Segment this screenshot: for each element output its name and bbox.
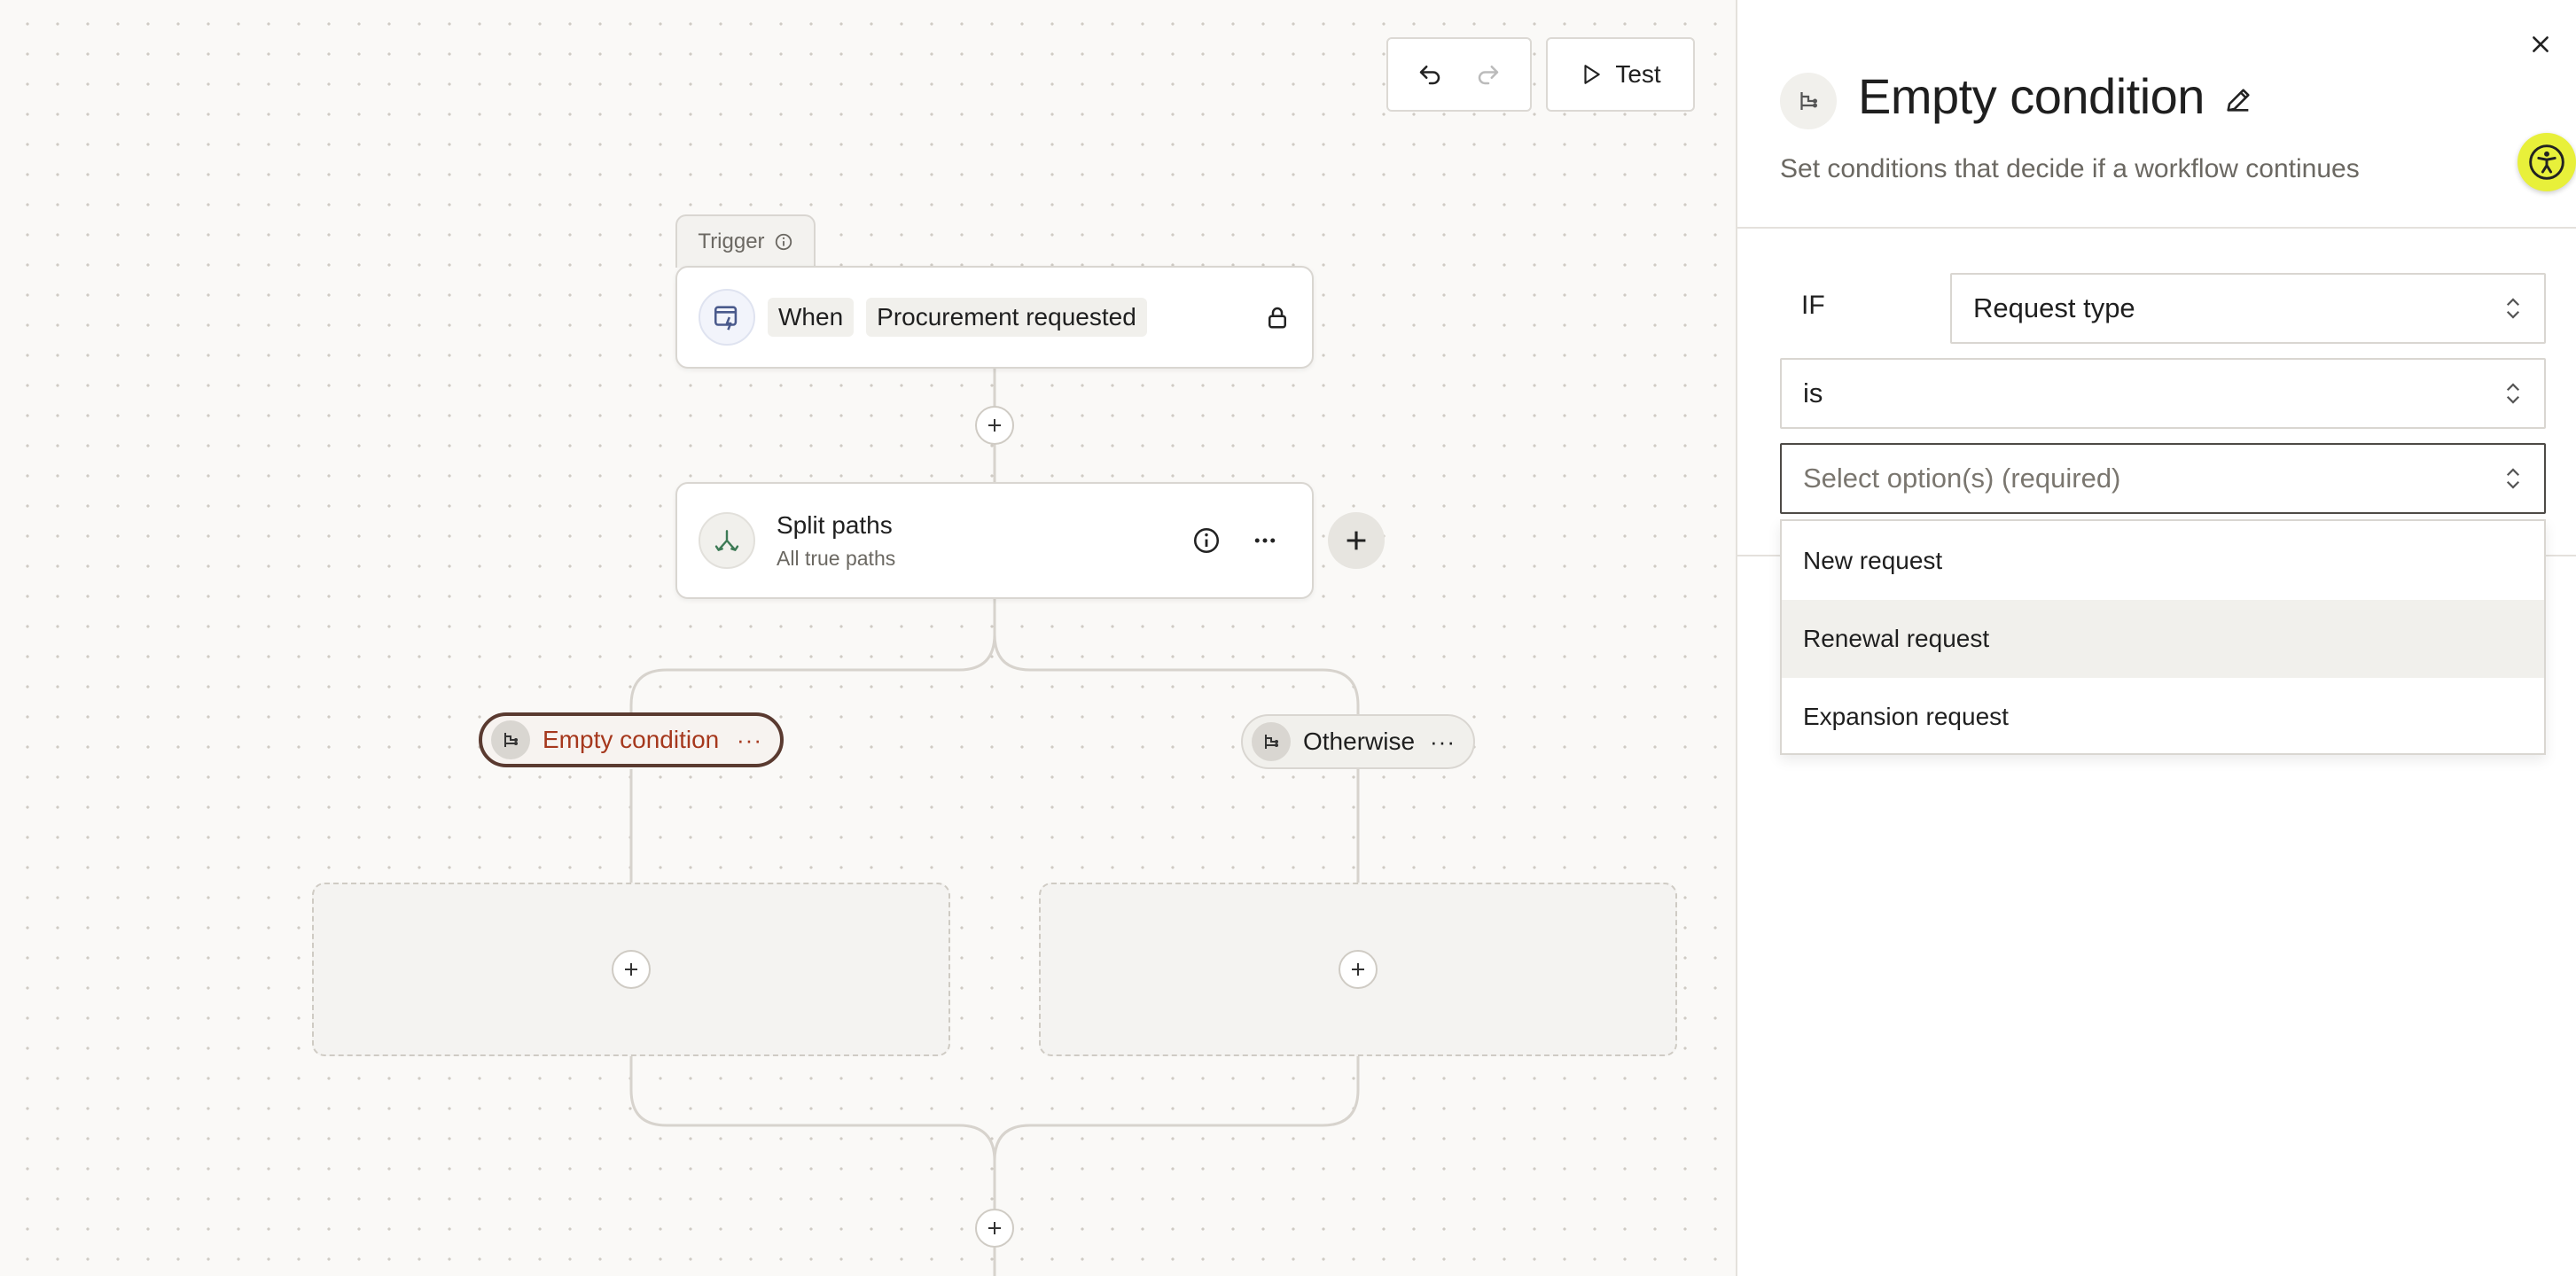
close-icon — [2533, 36, 2549, 52]
plus-icon — [988, 1222, 1001, 1234]
redo-button[interactable] — [1464, 50, 1513, 99]
options-select[interactable]: Select option(s) (required) — [1780, 443, 2546, 514]
play-icon — [1584, 65, 1601, 84]
trigger-node[interactable]: When Procurement requested — [675, 266, 1314, 369]
dropdown-option[interactable]: Renewal request — [1782, 600, 2544, 678]
condition-more-button[interactable]: ··· — [1430, 728, 1456, 756]
accessibility-button[interactable] — [2517, 133, 2576, 191]
condition-more-button[interactable]: ··· — [737, 727, 762, 754]
trigger-tab-label: Trigger — [698, 230, 765, 253]
plus-icon — [1352, 963, 1364, 976]
add-step-button[interactable] — [612, 950, 651, 989]
close-button[interactable] — [2523, 27, 2558, 62]
plus-icon — [988, 419, 1001, 432]
operator-select-value: is — [1803, 377, 1823, 408]
dropdown-option[interactable]: New request — [1782, 522, 2544, 600]
form-trigger-icon — [699, 289, 755, 346]
redo-icon — [1478, 66, 1499, 85]
operator-select[interactable]: is — [1780, 358, 2546, 429]
condition-icon — [491, 720, 530, 759]
undo-redo-group — [1386, 37, 1532, 112]
workflow-canvas[interactable]: Test Trigger When Procurement requested … — [0, 0, 1736, 1276]
split-paths-node[interactable]: Split paths All true paths — [675, 482, 1314, 599]
plus-icon — [625, 963, 637, 976]
info-icon[interactable] — [774, 232, 793, 252]
split-icon — [699, 512, 755, 569]
more-icon[interactable] — [1252, 527, 1278, 554]
edit-icon[interactable] — [2223, 85, 2253, 115]
chevron-up-down-icon — [2506, 383, 2520, 404]
condition-empty[interactable]: Empty condition ··· — [479, 712, 784, 767]
condition-label: Otherwise — [1303, 727, 1416, 755]
trigger-tab: Trigger — [675, 214, 816, 268]
divider — [1737, 227, 2576, 229]
field-select[interactable]: Request type — [1950, 273, 2546, 344]
add-step-button[interactable] — [975, 1209, 1014, 1248]
panel-title: Empty condition — [1858, 68, 2205, 124]
when-chip: When — [768, 298, 855, 337]
options-dropdown: New request Renewal request Expansion re… — [1780, 519, 2546, 755]
if-label: IF — [1801, 291, 1825, 320]
condition-icon — [1780, 73, 1837, 129]
condition-otherwise[interactable]: Otherwise ··· — [1241, 714, 1475, 769]
accessibility-icon — [2529, 144, 2564, 180]
lock-icon — [1268, 307, 1286, 329]
chevron-up-down-icon — [2506, 468, 2520, 489]
condition-label: Empty condition — [543, 726, 720, 753]
event-chip: Procurement requested — [866, 298, 1147, 337]
info-icon[interactable] — [1191, 525, 1222, 556]
panel-description: Set conditions that decide if a workflow… — [1780, 154, 2360, 183]
add-step-button[interactable] — [1339, 950, 1378, 989]
test-button-label: Test — [1615, 60, 1661, 88]
field-select-value: Request type — [1973, 292, 2135, 323]
undo-button[interactable] — [1405, 50, 1455, 99]
dropdown-option[interactable]: Expansion request — [1782, 678, 2544, 756]
split-subtitle: All true paths — [777, 546, 896, 570]
undo-icon — [1419, 66, 1440, 85]
workflow-connectors — [629, 369, 1360, 1276]
condition-icon — [1252, 722, 1291, 761]
test-button[interactable]: Test — [1546, 37, 1695, 112]
add-step-button[interactable] — [975, 406, 1014, 445]
add-path-button[interactable] — [1328, 512, 1385, 569]
split-title: Split paths — [777, 510, 893, 539]
chevron-up-down-icon — [2506, 298, 2520, 319]
plus-icon — [1347, 531, 1366, 550]
options-select-placeholder: Select option(s) (required) — [1803, 463, 2121, 494]
